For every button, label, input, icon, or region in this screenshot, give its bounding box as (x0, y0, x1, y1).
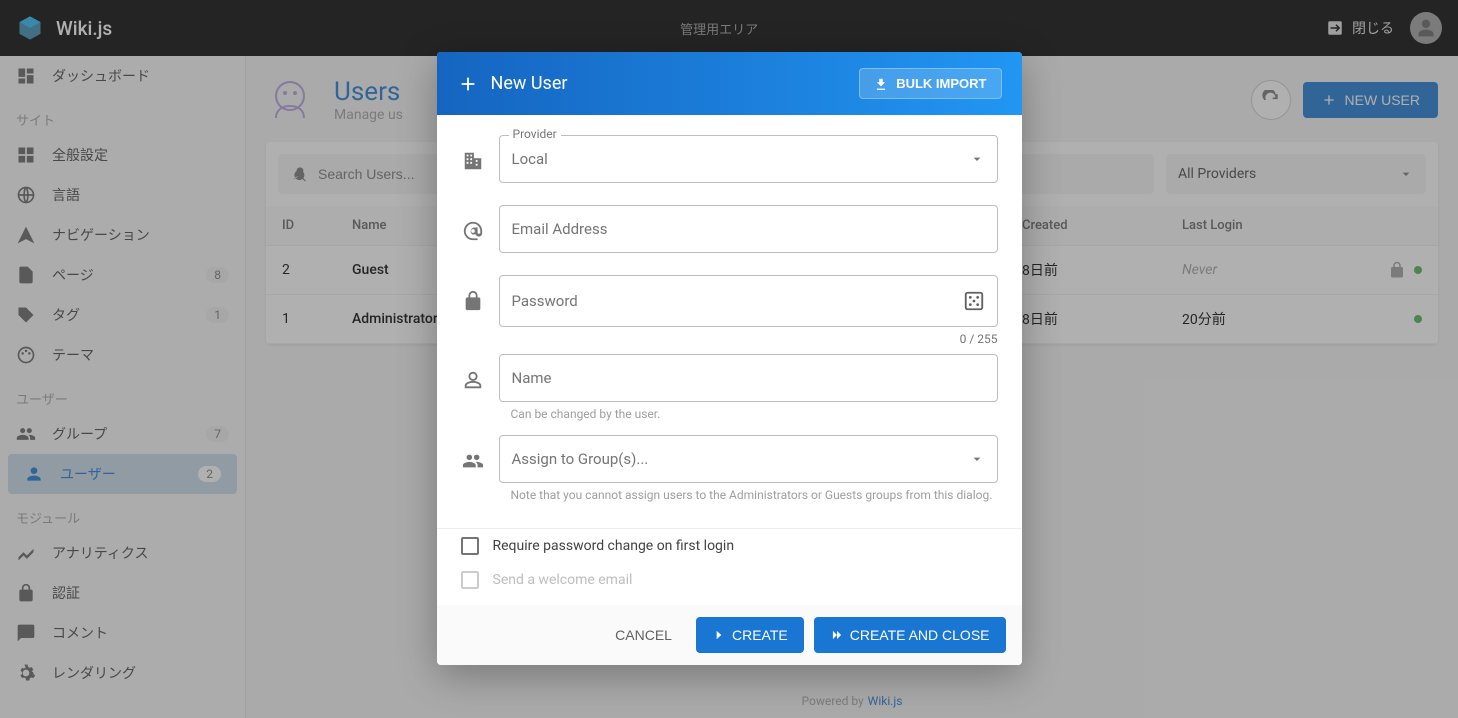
name-hint: Can be changed by the user. (499, 407, 998, 421)
name-field[interactable]: Name (499, 354, 998, 402)
chevrons-right-icon (830, 628, 844, 642)
person-outline-icon (461, 368, 485, 392)
dice-icon[interactable] (963, 290, 985, 312)
password-counter: 0 / 255 (499, 332, 998, 346)
create-label: CREATE (732, 627, 788, 643)
provider-field-label: Provider (509, 127, 561, 141)
bulk-import-button[interactable]: BULK IMPORT (859, 68, 1001, 99)
provider-value: Local (512, 150, 548, 168)
create-close-button[interactable]: CREATE AND CLOSE (814, 617, 1006, 653)
chevron-down-icon (969, 151, 985, 167)
modal-overlay[interactable]: New User BULK IMPORT Provider Local (0, 0, 1458, 718)
groups-icon (461, 449, 485, 473)
require-pwd-label: Require password change on first login (493, 538, 735, 554)
bulk-import-label: BULK IMPORT (896, 76, 986, 91)
welcome-email-label: Send a welcome email (493, 572, 633, 588)
groups-placeholder: Assign to Group(s)... (512, 450, 649, 468)
plus-icon (457, 73, 479, 95)
require-pwd-checkbox[interactable] (461, 537, 479, 555)
welcome-email-checkbox[interactable] (461, 571, 479, 589)
name-placeholder: Name (512, 369, 552, 387)
lock-icon (461, 289, 485, 313)
domain-icon (461, 149, 485, 173)
create-button[interactable]: CREATE (696, 617, 804, 653)
groups-hint: Note that you cannot assign users to the… (499, 488, 998, 502)
chevron-down-icon (969, 451, 985, 467)
password-field[interactable]: Password (499, 275, 998, 327)
import-icon (874, 77, 888, 91)
provider-select[interactable]: Local (499, 135, 998, 183)
cancel-button[interactable]: CANCEL (601, 617, 686, 653)
email-placeholder: Email Address (512, 220, 608, 238)
dialog-header: New User BULK IMPORT (437, 52, 1022, 115)
password-placeholder: Password (512, 292, 578, 310)
groups-select[interactable]: Assign to Group(s)... (499, 435, 998, 483)
dialog-title: New User (491, 73, 848, 94)
new-user-dialog: New User BULK IMPORT Provider Local (437, 52, 1022, 665)
chevron-right-icon (712, 628, 726, 642)
at-icon (461, 219, 485, 243)
email-field[interactable]: Email Address (499, 205, 998, 253)
create-close-label: CREATE AND CLOSE (850, 627, 990, 643)
